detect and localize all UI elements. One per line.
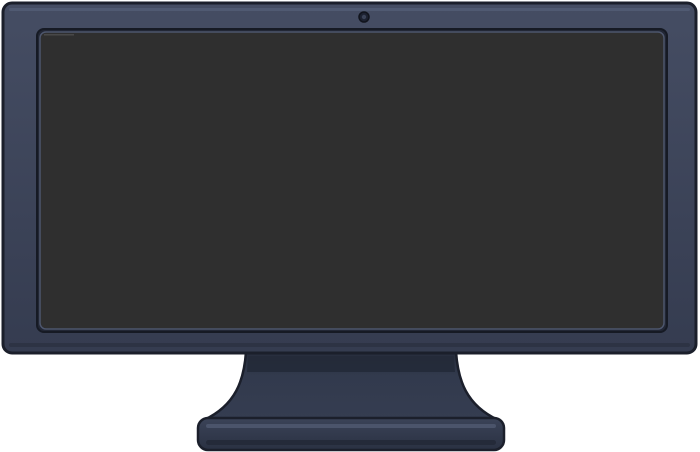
- screen: [36, 28, 668, 333]
- monitor-svg: [1, 1, 698, 452]
- stand-neck-shadow: [247, 356, 455, 372]
- stand-base: [196, 416, 506, 452]
- webcam-icon: [358, 11, 370, 23]
- monitor-illustration: [0, 0, 700, 452]
